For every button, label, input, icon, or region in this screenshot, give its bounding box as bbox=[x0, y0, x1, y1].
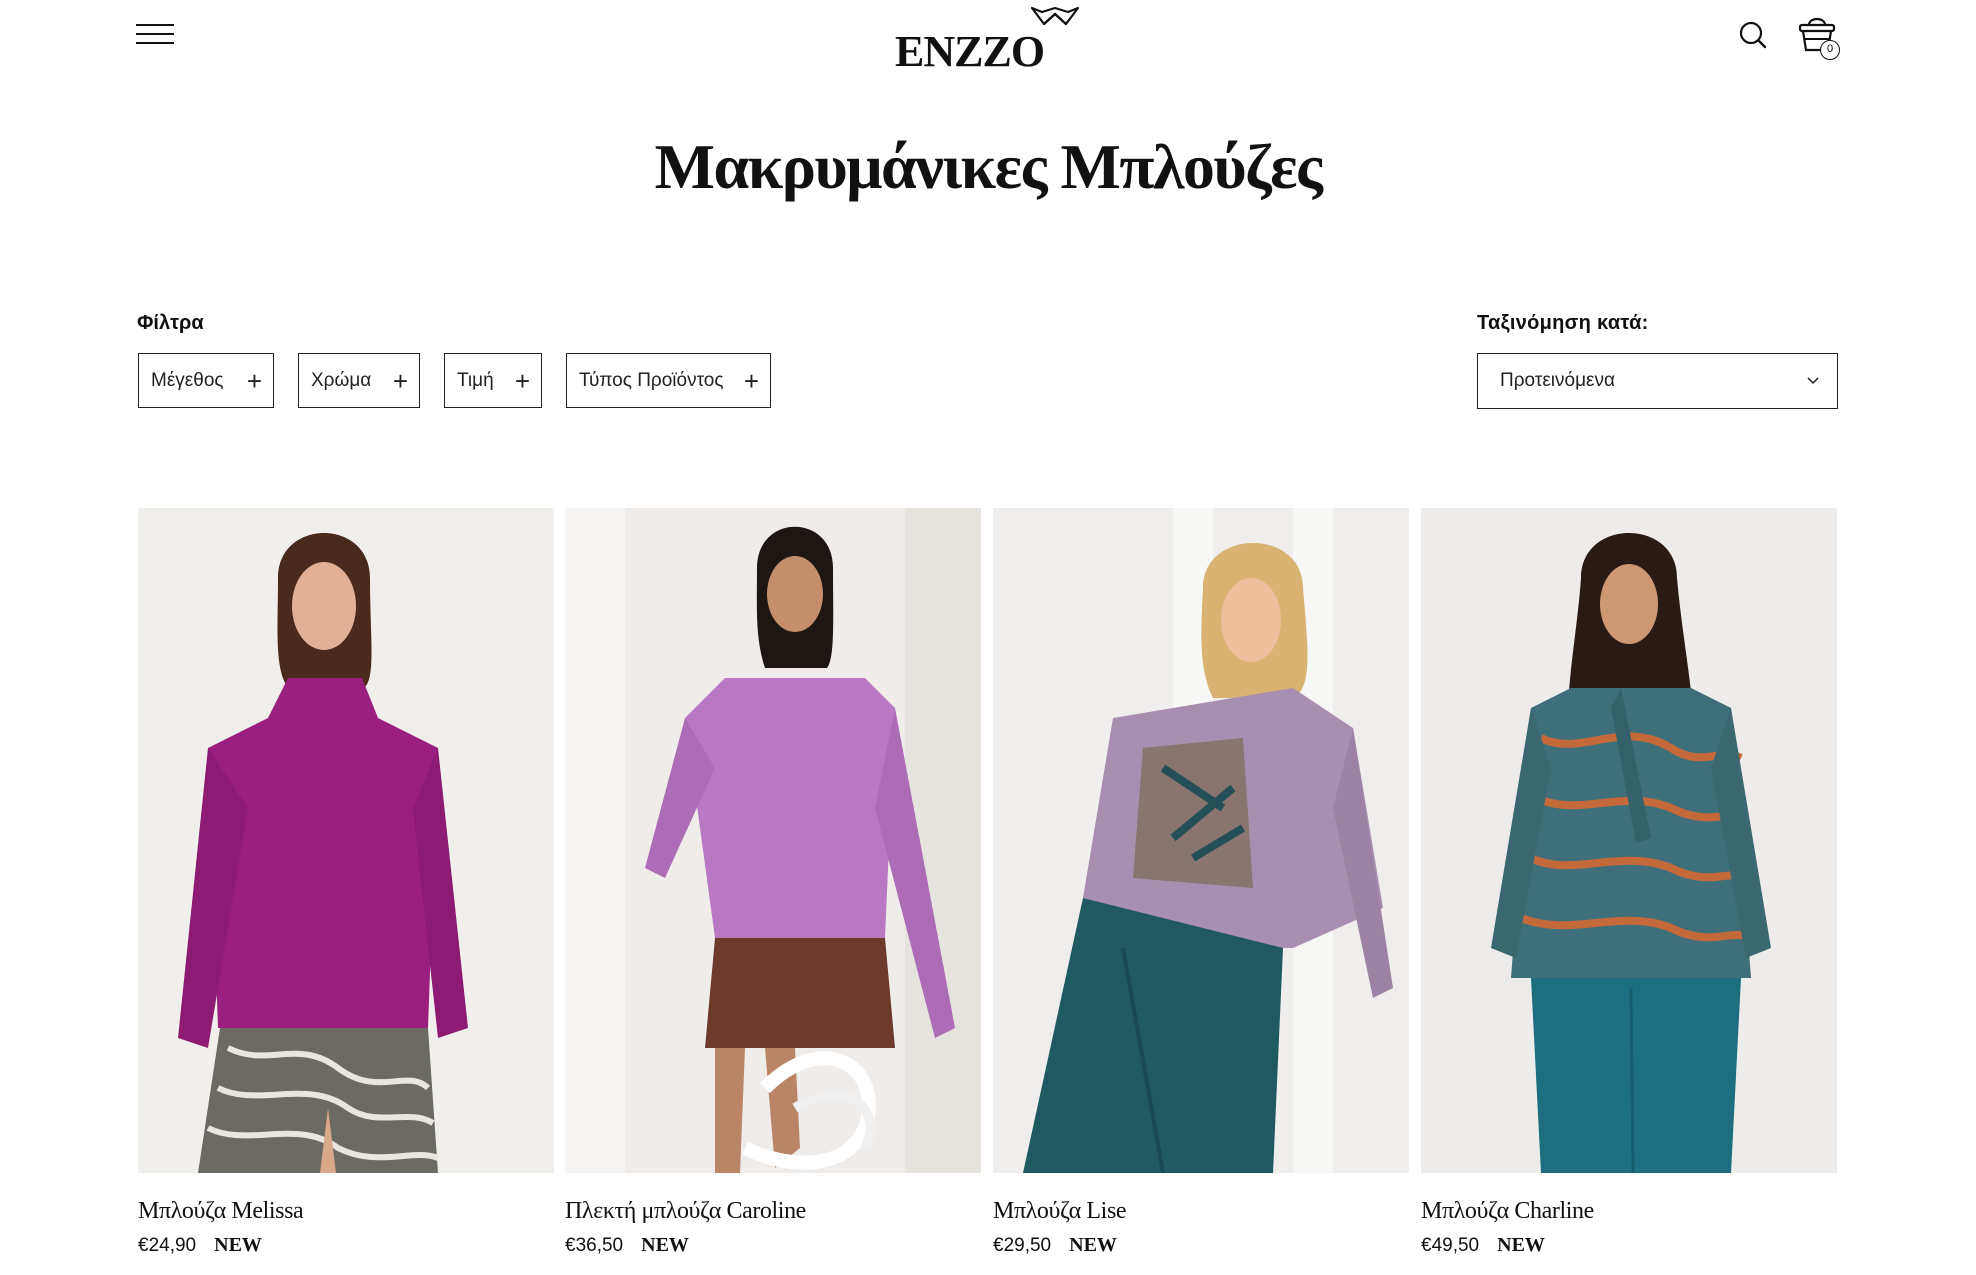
search-icon[interactable] bbox=[1738, 20, 1768, 50]
product-name[interactable]: Μπλούζα Melissa bbox=[138, 1198, 304, 1225]
product-price-row: €24,90 NEW bbox=[138, 1234, 262, 1257]
product-card[interactable]: Μπλούζα Charline €49,50 NEW bbox=[1421, 508, 1837, 1256]
filter-product-type-label: Τύπος Προϊόντος bbox=[579, 369, 724, 391]
filter-size-button[interactable]: Μέγεθος + bbox=[138, 353, 274, 408]
filters-label: Φίλτρα bbox=[137, 312, 204, 334]
logo-text: ENZZO bbox=[895, 27, 1045, 76]
product-price: €36,50 bbox=[565, 1235, 624, 1256]
page-title: Μακρυμάνικες Μπλούζες bbox=[654, 131, 1323, 202]
filter-product-type-button[interactable]: Τύπος Προϊόντος + bbox=[566, 353, 771, 408]
product-price-row: €36,50 NEW bbox=[565, 1234, 689, 1257]
plus-icon: + bbox=[246, 365, 262, 396]
product-card[interactable]: Μπλούζα Melissa €24,90 NEW bbox=[138, 508, 554, 1256]
product-name[interactable]: Μπλούζα Lise bbox=[993, 1198, 1127, 1225]
filter-size-label: Μέγεθος bbox=[151, 369, 224, 391]
site-logo[interactable]: ENZZO bbox=[895, 4, 1080, 76]
chevron-down-icon bbox=[1807, 377, 1819, 385]
filter-price-button[interactable]: Τιμή + bbox=[444, 353, 542, 408]
filter-color-button[interactable]: Χρώμα + bbox=[298, 353, 420, 408]
product-price: €24,90 bbox=[138, 1235, 197, 1256]
product-price: €29,50 bbox=[993, 1235, 1052, 1256]
filter-color-label: Χρώμα bbox=[311, 369, 372, 391]
new-badge: NEW bbox=[1497, 1234, 1545, 1256]
sort-select[interactable]: Προτεινόμενα bbox=[1477, 353, 1838, 409]
new-badge: NEW bbox=[1069, 1234, 1117, 1256]
cart-button[interactable]: 0 bbox=[1798, 14, 1840, 60]
product-name[interactable]: Πλεκτή μπλούζα Caroline bbox=[565, 1198, 806, 1225]
sort-selected-value: Προτεινόμενα bbox=[1500, 370, 1615, 391]
product-image[interactable] bbox=[565, 508, 981, 1173]
plus-icon: + bbox=[514, 365, 530, 396]
bird-logo-icon bbox=[1030, 6, 1080, 26]
product-image[interactable] bbox=[1421, 508, 1837, 1173]
new-badge: NEW bbox=[641, 1234, 689, 1256]
plus-icon: + bbox=[743, 365, 759, 396]
product-image[interactable] bbox=[993, 508, 1409, 1173]
plus-icon: + bbox=[392, 365, 408, 396]
new-badge: NEW bbox=[214, 1234, 262, 1256]
site-header: ENZZO 0 bbox=[0, 0, 1976, 80]
hamburger-menu-icon[interactable] bbox=[136, 24, 174, 48]
product-price-row: €29,50 NEW bbox=[993, 1234, 1117, 1257]
cart-count-badge: 0 bbox=[1820, 40, 1840, 60]
product-price: €49,50 bbox=[1421, 1235, 1480, 1256]
sort-label: Ταξινόμηση κατά: bbox=[1477, 312, 1649, 334]
filter-price-label: Τιμή bbox=[457, 369, 494, 391]
product-image[interactable] bbox=[138, 508, 554, 1173]
product-card[interactable]: Μπλούζα Lise €29,50 NEW bbox=[993, 508, 1409, 1256]
product-card[interactable]: Πλεκτή μπλούζα Caroline €36,50 NEW bbox=[565, 508, 981, 1256]
product-price-row: €49,50 NEW bbox=[1421, 1234, 1545, 1257]
product-name[interactable]: Μπλούζα Charline bbox=[1421, 1198, 1594, 1225]
